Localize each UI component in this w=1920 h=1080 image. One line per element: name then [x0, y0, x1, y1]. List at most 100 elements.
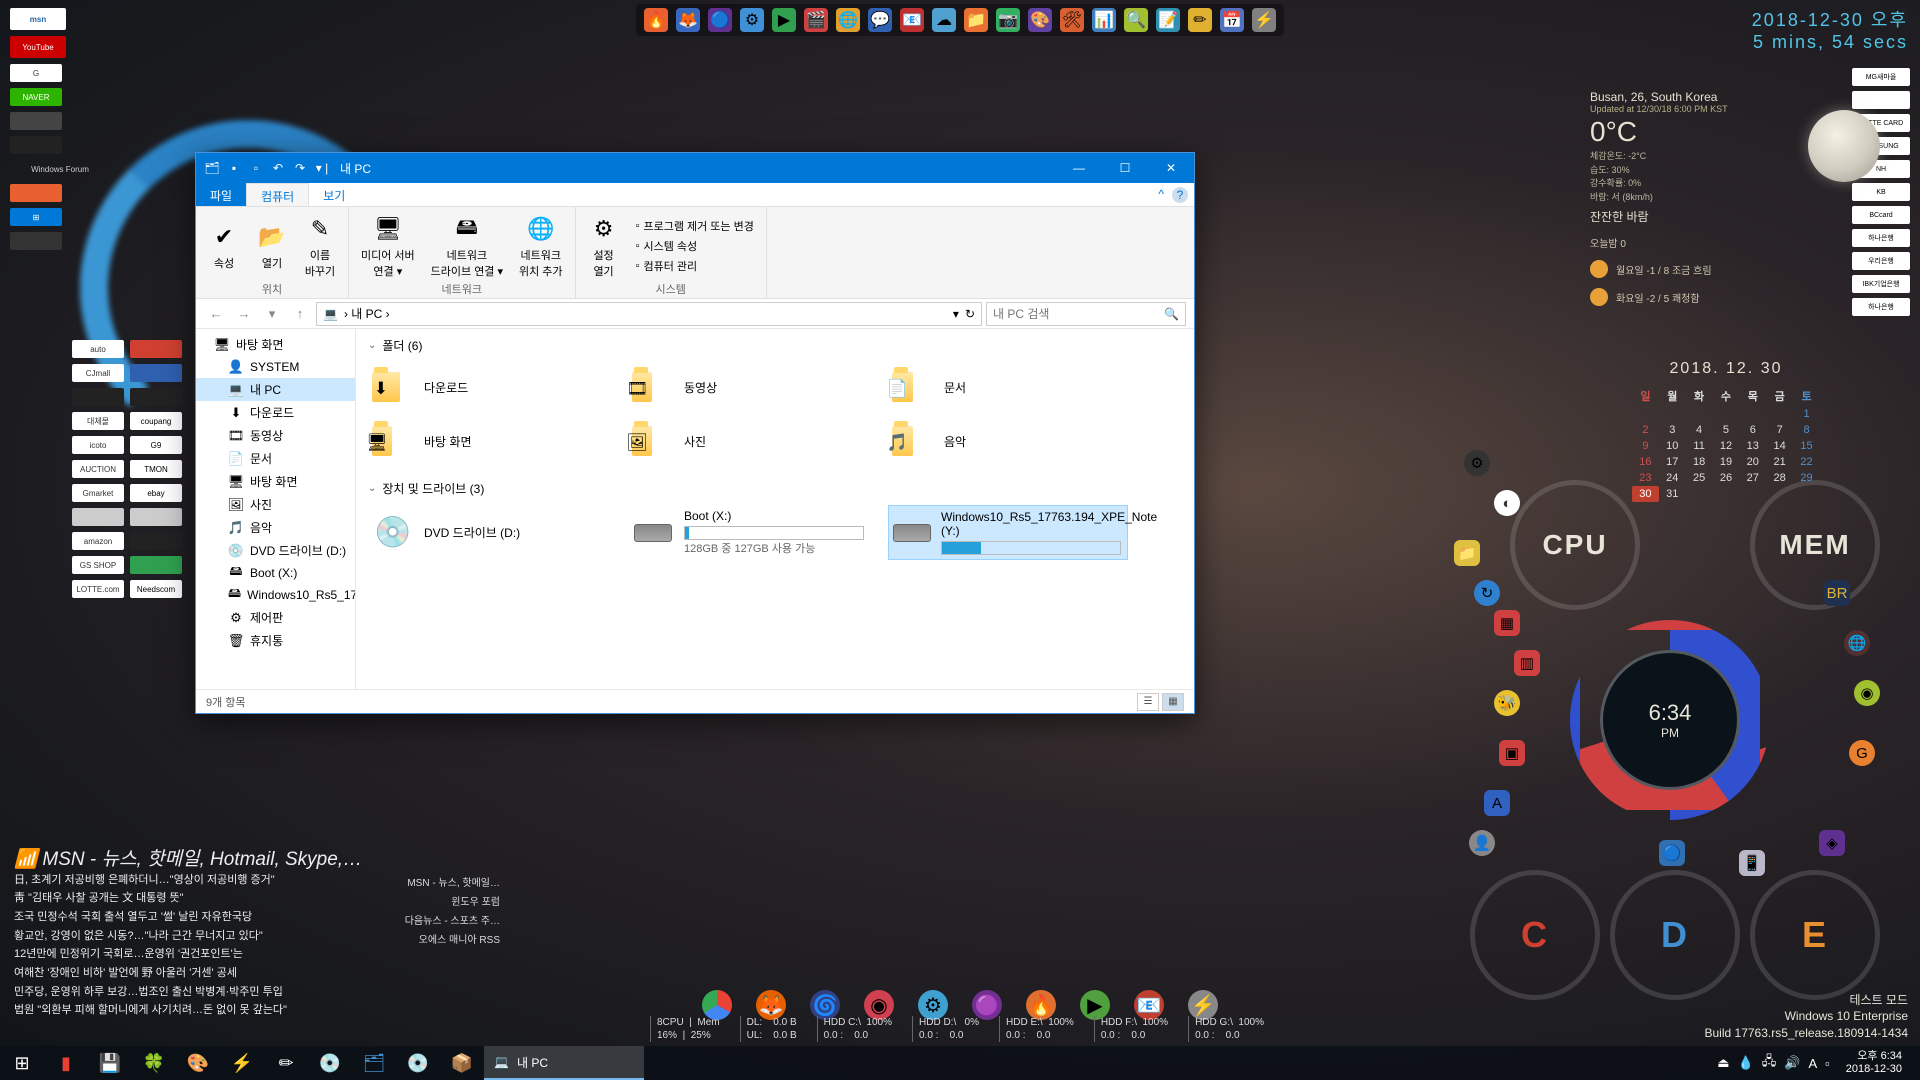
shortcut[interactable]: 하나은행	[1852, 298, 1910, 316]
taskbar-app[interactable]: ⚡	[220, 1046, 264, 1080]
qat-properties-icon[interactable]: ▪	[224, 158, 244, 178]
orbit-icon[interactable]: ▦	[1494, 610, 1520, 636]
taskbar-clock[interactable]: 오후 6:34 2018-12-30	[1838, 1050, 1910, 1076]
rss-source[interactable]: 윈도우 포럼	[400, 893, 500, 908]
dock-icon[interactable]: ☁	[932, 8, 956, 32]
system-properties[interactable]: ▫시스템 속성	[632, 237, 758, 255]
shortcut[interactable]	[10, 136, 62, 154]
dock-icon[interactable]: 🔵	[708, 8, 732, 32]
folder-item[interactable]: 🎞동영상	[628, 362, 868, 412]
orbit-icon[interactable]: ▥	[1514, 650, 1540, 676]
shortcut[interactable]: G9	[130, 436, 182, 454]
dock-icon[interactable]: 🔍	[1124, 8, 1148, 32]
open-button[interactable]: 📂열기	[250, 219, 294, 273]
dock-icon[interactable]: 📁	[964, 8, 988, 32]
shortcut[interactable]	[130, 532, 182, 550]
dock-icon[interactable]: 🌐	[836, 8, 860, 32]
qat-newfolder-icon[interactable]: ▫	[246, 158, 266, 178]
shortcut[interactable]: auto	[72, 340, 124, 358]
dock-icon[interactable]: 💬	[868, 8, 892, 32]
tree-node[interactable]: 👤SYSTEM	[196, 356, 355, 378]
drive-item[interactable]: Boot (X:)128GB 중 127GB 사용 가능	[628, 505, 868, 560]
orbit-icon[interactable]: ◐	[1494, 490, 1520, 516]
folder-item[interactable]: 🖼사진	[628, 416, 868, 466]
dock-icon[interactable]: 🔥	[644, 8, 668, 32]
maximize-button[interactable]: ☐	[1102, 153, 1148, 183]
folder-item[interactable]: 🎵음악	[888, 416, 1128, 466]
orbit-icon[interactable]: ◉	[1854, 680, 1880, 706]
taskbar-app[interactable]: 📦	[440, 1046, 484, 1080]
shortcut[interactable]: GS SHOP	[72, 556, 124, 574]
shortcut[interactable]	[1852, 91, 1910, 109]
tree-node[interactable]: ⬇다운로드	[196, 401, 355, 424]
shortcut-youtube[interactable]: YouTube	[10, 36, 66, 58]
shortcut[interactable]	[10, 256, 62, 274]
taskbar-app[interactable]: 💾	[88, 1046, 132, 1080]
shortcut[interactable]: MG새마을	[1852, 68, 1910, 86]
close-button[interactable]: ✕	[1148, 153, 1194, 183]
orbit-icon[interactable]: 🔵	[1659, 840, 1685, 866]
properties-button[interactable]: ✔속성	[202, 219, 246, 273]
rss-item[interactable]: 황교안, 강영이 없은 시동?…"나라 근간 무너지고 있다"	[14, 927, 414, 946]
taskbar-app[interactable]: 🎨	[176, 1046, 220, 1080]
shortcut[interactable]: ebay	[130, 484, 182, 502]
breadcrumb[interactable]: 💻 › 내 PC › ▾ ↻	[316, 302, 982, 326]
orbit-icon[interactable]: 📁	[1454, 540, 1480, 566]
breadcrumb-dropdown-icon[interactable]: ▾	[953, 307, 959, 321]
shortcut[interactable]: KB	[1852, 183, 1910, 201]
uninstall-programs[interactable]: ▫프로그램 제거 또는 변경	[632, 217, 758, 235]
search-input[interactable]	[993, 307, 1164, 321]
taskbar-app[interactable]: 🍀	[132, 1046, 176, 1080]
shortcut[interactable]	[10, 184, 62, 202]
tree-node[interactable]: 🖥바탕 화면	[196, 470, 355, 493]
orbit-icon[interactable]: ▣	[1499, 740, 1525, 766]
shortcut[interactable]	[130, 364, 182, 382]
dock-icon[interactable]: 📝	[1156, 8, 1180, 32]
shortcut-winforum[interactable]: Windows Forum	[10, 160, 110, 178]
orbit-icon[interactable]: ⚙	[1464, 450, 1490, 476]
tree-node[interactable]: 🗑휴지통	[196, 629, 355, 652]
nav-tree[interactable]: 🖥바탕 화면👤SYSTEM💻내 PC⬇다운로드🎞동영상📄문서🖥바탕 화면🖼사진🎵…	[196, 329, 356, 689]
taskbar-app[interactable]: 🗂	[352, 1046, 396, 1080]
dock-icon[interactable]: 📊	[1092, 8, 1116, 32]
folders-section-header[interactable]: ⌄폴더 (6)	[368, 337, 1182, 354]
tree-node[interactable]: ⚙제어판	[196, 606, 355, 629]
view-details-icon[interactable]: ☰	[1137, 693, 1159, 711]
tree-node[interactable]: 🖥바탕 화면	[196, 333, 355, 356]
rss-source[interactable]: 다음뉴스 - 스포츠 주…	[400, 912, 500, 927]
search-icon[interactable]: 🔍	[1164, 307, 1179, 321]
shortcut[interactable]: CJmall	[72, 364, 124, 382]
dock-icon[interactable]: 🦊	[676, 8, 700, 32]
shortcut[interactable]: IBK기업은행	[1852, 275, 1910, 293]
rss-item[interactable]: 조국 민정수석 국회 출석 열두고 '썰' 날린 자유한국당	[14, 908, 414, 927]
shortcut[interactable]: AUCTION	[72, 460, 124, 478]
tab-computer[interactable]: 컴퓨터	[246, 183, 309, 206]
qat-undo-icon[interactable]: ↶	[268, 158, 288, 178]
folder-item[interactable]: ⬇다운로드	[368, 362, 608, 412]
media-server-button[interactable]: 🖥미디어 서버 연결 ▾	[355, 211, 421, 281]
shortcut[interactable]: 하나은행	[1852, 229, 1910, 247]
dock-icon[interactable]: 🛠	[1060, 8, 1084, 32]
rss-source[interactable]: 오에스 매니아 RSS	[400, 931, 500, 946]
tree-node[interactable]: 🎞동영상	[196, 424, 355, 447]
help-icon[interactable]: ?	[1172, 187, 1188, 203]
tray-ime-icon[interactable]: A	[1808, 1056, 1817, 1071]
shortcut[interactable]: Needscom	[130, 580, 182, 598]
taskbar-app[interactable]: ✏	[264, 1046, 308, 1080]
shortcut-naver[interactable]: NAVER	[10, 88, 62, 106]
shortcut[interactable]	[72, 508, 124, 526]
dock-icon[interactable]: ⚡	[1252, 8, 1276, 32]
tree-node[interactable]: 🖴Boot (X:)	[196, 562, 355, 584]
taskbar-app[interactable]: 💿	[308, 1046, 352, 1080]
tab-file[interactable]: 파일	[196, 183, 246, 206]
tray-volume-icon[interactable]: 🔊	[1784, 1055, 1800, 1071]
shortcut[interactable]: BCcard	[1852, 206, 1910, 224]
tray-icon[interactable]: ⏏	[1717, 1055, 1729, 1071]
folder-item[interactable]: 🖥바탕 화면	[368, 416, 608, 466]
shortcut[interactable]: Gmarket	[72, 484, 124, 502]
shortcut[interactable]	[72, 388, 124, 406]
taskbar-app[interactable]: ▮	[44, 1046, 88, 1080]
orbit-icon[interactable]: A	[1484, 790, 1510, 816]
rss-item[interactable]: 靑 "김태우 사찰 공개는 文 대통령 뜻"	[14, 889, 414, 908]
dock-icon[interactable]: 🎨	[1028, 8, 1052, 32]
